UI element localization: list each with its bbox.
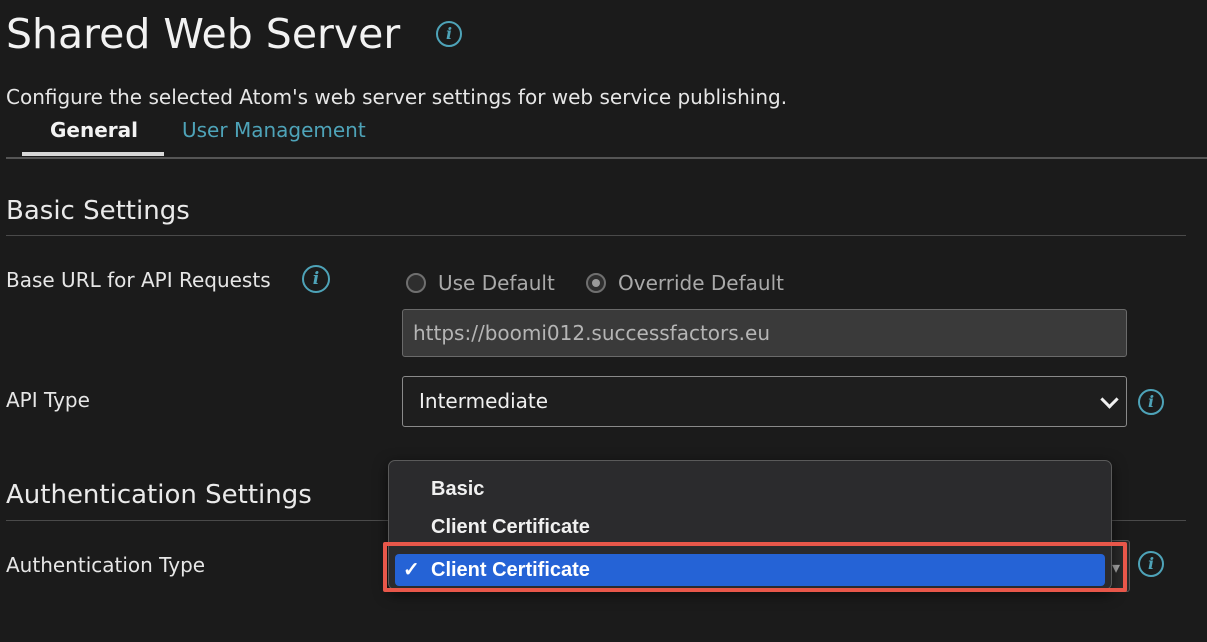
radio-label: Override Default [618,271,784,295]
tabs-divider [6,157,1207,159]
api-type-select[interactable]: Intermediate [402,376,1127,427]
info-icon[interactable]: i [436,21,462,47]
authentication-type-label: Authentication Type [6,553,206,577]
section-divider [6,235,1186,236]
info-icon[interactable]: i [302,265,330,293]
dropdown-option-client-certificate[interactable]: Client Certificate [431,516,590,539]
tab-user-management[interactable]: User Management [182,116,366,144]
override-default-radio[interactable]: Override Default [586,271,784,295]
api-type-value: Intermediate [419,389,549,413]
page-title: Shared Web Server [6,10,401,58]
active-tab-indicator [22,152,164,156]
dropdown-option-basic[interactable]: Basic [431,478,484,501]
api-type-label: API Type [6,388,90,412]
highlight-annotation [383,542,1127,592]
authentication-settings-heading: Authentication Settings [6,480,312,510]
radio-button[interactable] [406,273,426,293]
page-description: Configure the selected Atom's web server… [6,85,788,109]
radio-button[interactable] [586,273,606,293]
radio-label: Use Default [438,271,555,295]
info-icon[interactable]: i [1138,389,1164,415]
base-url-input[interactable]: https://boomi012.successfactors.eu [402,309,1127,357]
info-icon[interactable]: i [1138,551,1164,577]
use-default-radio[interactable]: Use Default [406,271,555,295]
basic-settings-heading: Basic Settings [6,196,190,226]
tab-general[interactable]: General [50,116,138,144]
base-url-label: Base URL for API Requests [6,268,271,292]
chevron-down-icon [1100,390,1119,409]
